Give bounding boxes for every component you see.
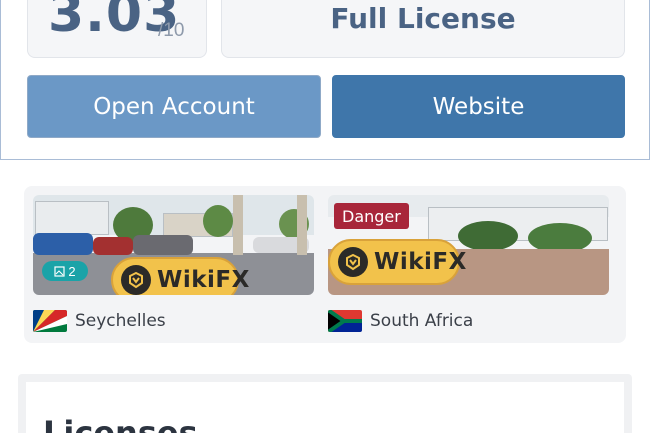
- office-photo-seychelles[interactable]: WikiFX 2: [33, 195, 314, 295]
- photo-tree: [203, 205, 233, 237]
- licenses-title: Licenses: [43, 414, 198, 433]
- south-africa-flag-icon: [328, 310, 362, 332]
- photo-tree: [458, 221, 518, 251]
- office-photo-south-africa[interactable]: WikiFX Danger: [328, 195, 609, 295]
- country-south-africa: South Africa: [328, 310, 473, 332]
- country-name: South Africa: [370, 311, 474, 331]
- photo-building: [35, 201, 109, 235]
- license-status-label: Full License: [330, 2, 516, 35]
- wikifx-brand-text: WikiFX: [157, 267, 250, 293]
- image-icon: [54, 265, 65, 277]
- wikifx-logo-icon: [338, 247, 368, 277]
- website-button[interactable]: Website: [332, 75, 625, 138]
- wikifx-brand-badge: WikiFX: [111, 257, 249, 295]
- photo-count-badge: 2: [42, 261, 88, 281]
- license-status-box: Full License: [221, 0, 625, 58]
- danger-tag: Danger: [334, 203, 409, 229]
- broker-summary-card: 3.03 /10 Full License Open Account Websi…: [0, 0, 650, 160]
- photo-car: [33, 233, 93, 255]
- photo-car: [93, 237, 133, 255]
- wikifx-brand-badge: WikiFX: [328, 239, 466, 285]
- photo-count: 2: [68, 263, 76, 279]
- wikifx-brand-text: WikiFX: [374, 249, 467, 275]
- photo-pillar: [297, 195, 307, 255]
- licenses-panel: Licenses: [26, 382, 624, 433]
- office-gallery: WikiFX 2 WikiFX Danger Seychelles South …: [24, 186, 626, 343]
- licenses-section: Licenses: [18, 374, 632, 433]
- photo-pillar: [233, 195, 243, 255]
- country-seychelles: Seychelles: [33, 310, 166, 332]
- open-account-button[interactable]: Open Account: [27, 75, 321, 138]
- wikifx-logo-icon: [121, 265, 151, 295]
- seychelles-flag-icon: [33, 310, 67, 332]
- score-scale: /10: [158, 20, 185, 41]
- country-name: Seychelles: [75, 311, 166, 331]
- photo-car: [133, 235, 193, 255]
- score-box: 3.03 /10: [27, 0, 207, 58]
